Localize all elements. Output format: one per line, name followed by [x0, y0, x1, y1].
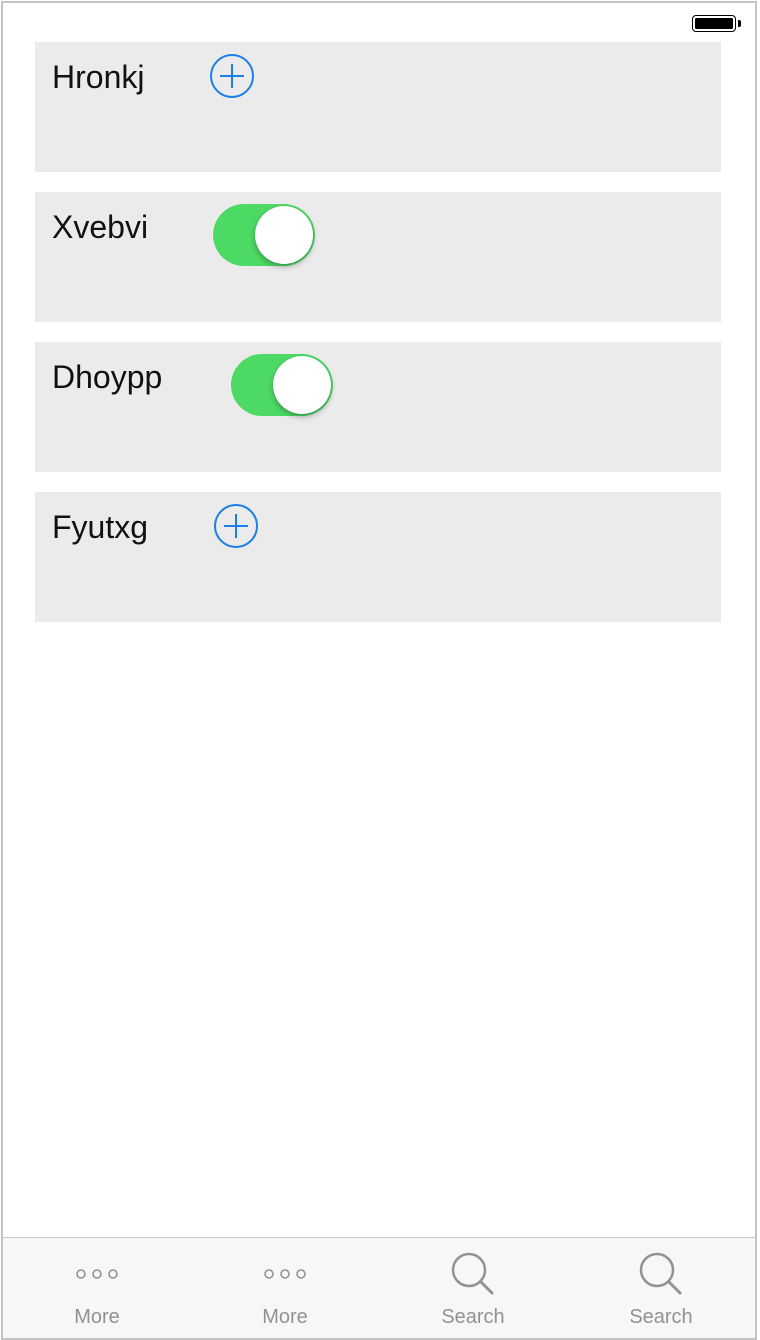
- list-row-fyutxg: Fyutxg: [35, 492, 721, 622]
- row-label: Fyutxg: [52, 509, 149, 545]
- tab-bar: More More Search Search: [3, 1237, 755, 1338]
- tab-more-2[interactable]: More: [191, 1238, 379, 1338]
- list-row-hronkj: Hronkj: [35, 42, 721, 172]
- search-icon: [443, 1248, 503, 1298]
- toggle-knob: [255, 206, 313, 264]
- battery-icon: [692, 15, 736, 32]
- tab-search-2[interactable]: Search: [567, 1238, 755, 1338]
- list-row-xvebvi: Xvebvi: [35, 192, 721, 322]
- search-icon: [631, 1248, 691, 1298]
- phone-screen: Hronkj Xvebvi Dhoypp Fyutxg More More Se…: [1, 1, 757, 1340]
- add-button[interactable]: [210, 54, 254, 98]
- more-icon: [255, 1248, 315, 1298]
- add-button[interactable]: [214, 504, 258, 548]
- battery-tip: [738, 20, 741, 27]
- row-label: Dhoypp: [52, 359, 163, 395]
- plus-circle-icon: [214, 504, 258, 548]
- row-label: Hronkj: [52, 59, 145, 95]
- more-icon: [67, 1248, 127, 1298]
- tab-label: More: [262, 1306, 308, 1328]
- list-row-dhoypp: Dhoypp: [35, 342, 721, 472]
- toggle-knob: [273, 356, 331, 414]
- tab-label: Search: [629, 1306, 693, 1328]
- tab-search-1[interactable]: Search: [379, 1238, 567, 1338]
- status-bar: [3, 3, 755, 43]
- tab-label: More: [74, 1306, 120, 1328]
- toggle-switch[interactable]: [231, 354, 333, 416]
- toggle-switch[interactable]: [213, 204, 315, 266]
- tab-more-1[interactable]: More: [3, 1238, 191, 1338]
- tab-label: Search: [441, 1306, 505, 1328]
- plus-circle-icon: [210, 54, 254, 98]
- row-label: Xvebvi: [52, 209, 149, 245]
